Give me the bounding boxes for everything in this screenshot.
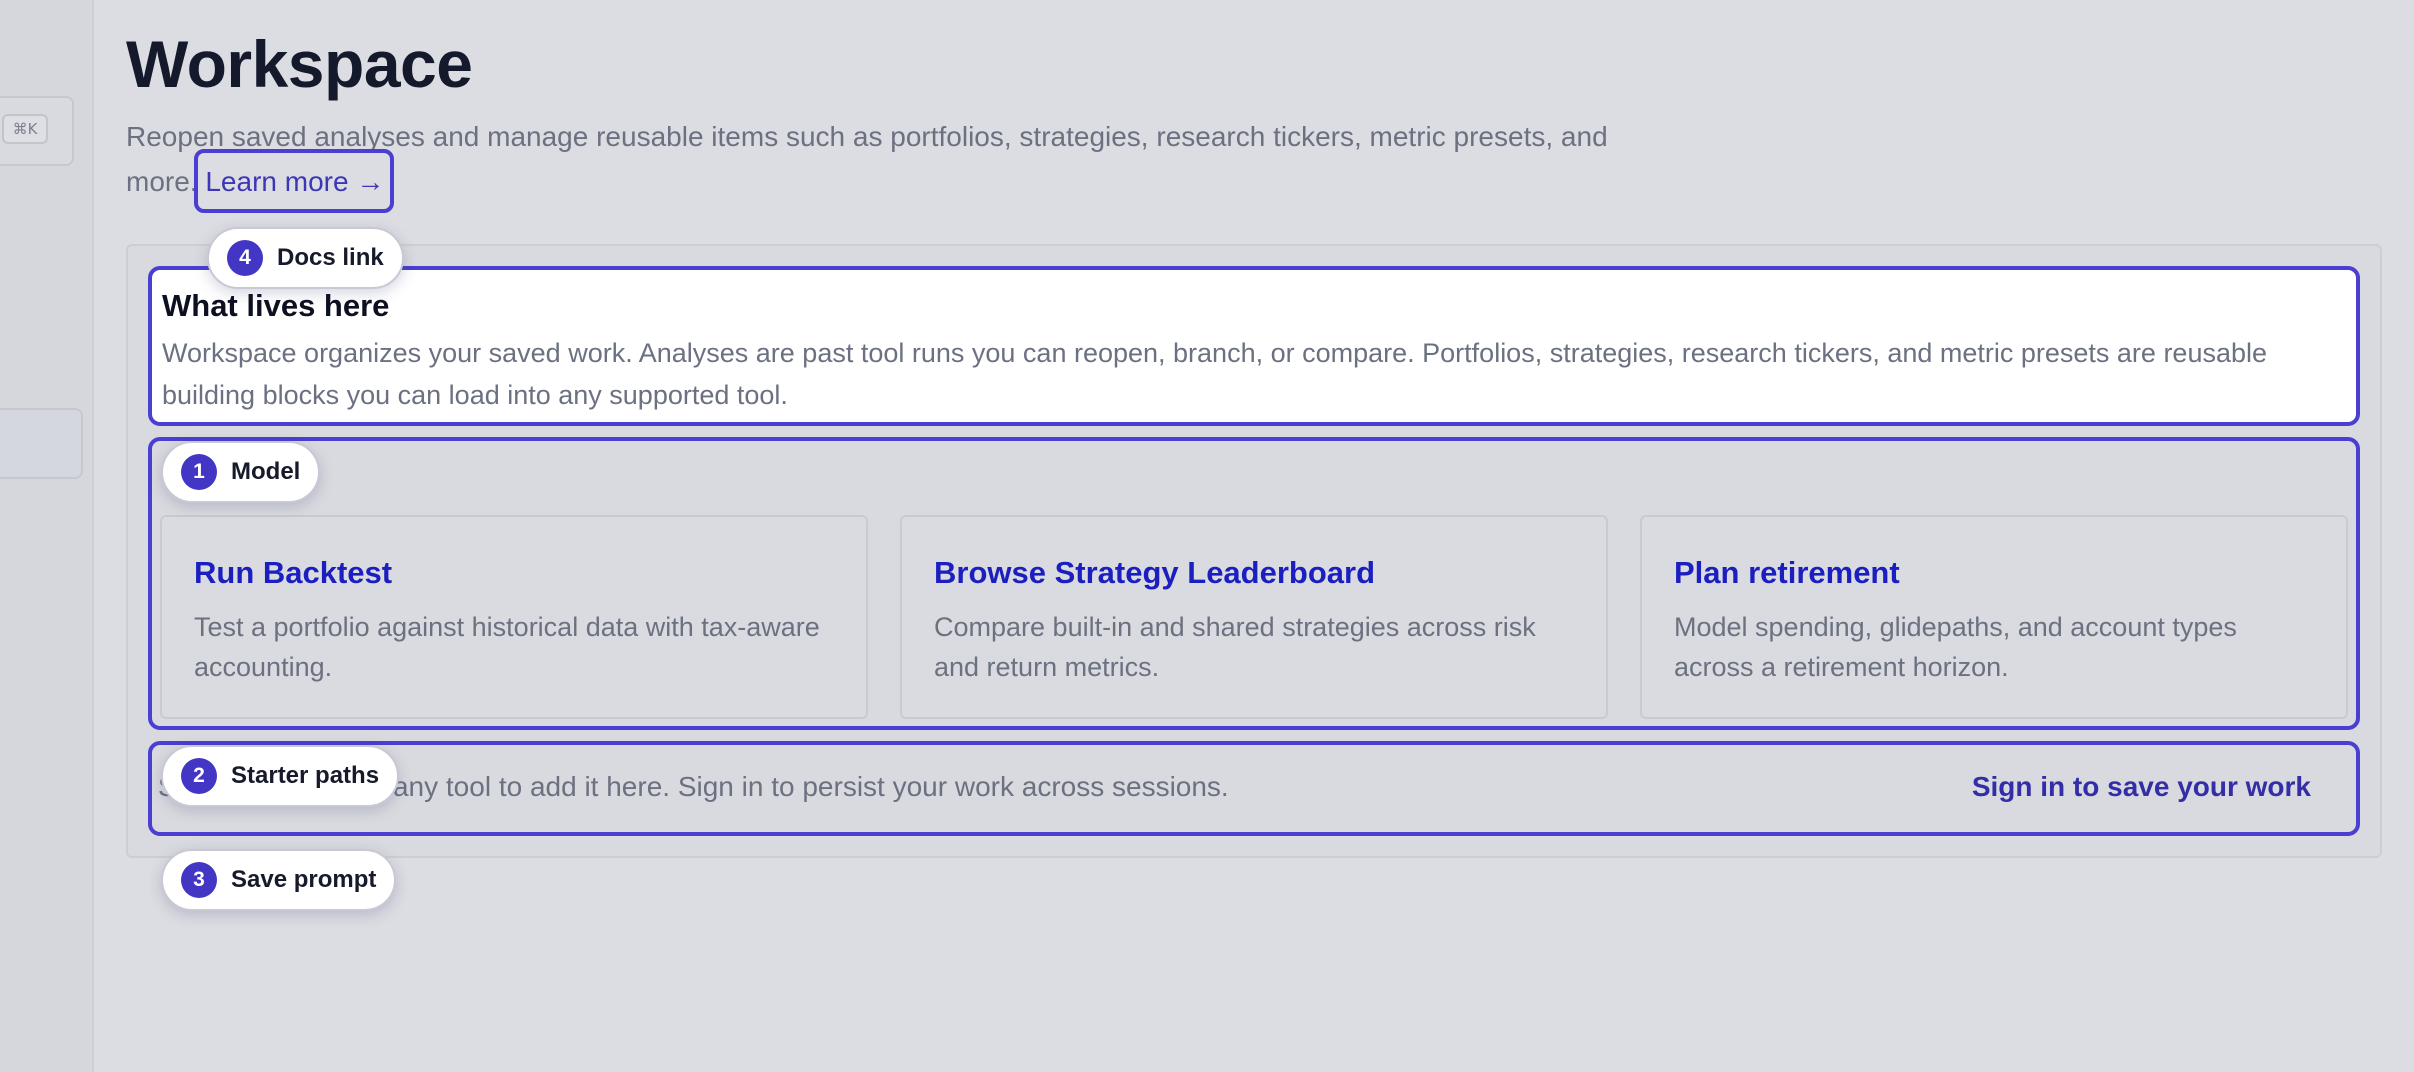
card-title[interactable]: Browse Strategy Leaderboard — [934, 553, 1574, 593]
tour-step-starter-paths[interactable]: 2 Starter paths — [161, 745, 400, 807]
info-title: What lives here — [162, 288, 390, 323]
step-label: Save prompt — [231, 866, 377, 893]
tour-step-model[interactable]: 1 Model — [161, 441, 321, 503]
card-title[interactable]: Plan retirement — [1674, 553, 2314, 593]
docs-link-highlight — [194, 149, 394, 213]
step-label: Model — [231, 458, 301, 485]
card-description: Compare built-in and shared strategies a… — [934, 612, 1536, 682]
page-title: Workspace — [126, 27, 473, 101]
info-text: Workspace organizes your saved work. Ana… — [162, 338, 2268, 410]
card-description: Model spending, glidepaths, and account … — [1674, 612, 2237, 682]
step-number-badge: 4 — [227, 240, 263, 276]
step-label: Starter paths — [231, 762, 380, 789]
step-number-badge: 3 — [181, 862, 217, 898]
card-description: Test a portfolio against historical data… — [194, 612, 820, 682]
step-label: Docs link — [277, 244, 384, 271]
step-number-badge: 2 — [181, 758, 217, 794]
starter-card-run-backtest[interactable]: Run Backtest Test a portfolio against hi… — [160, 515, 868, 719]
starter-card-plan-retirement[interactable]: Plan retirement Model spending, glidepat… — [1640, 515, 2348, 719]
tour-step-docs-link[interactable]: 4 Docs link — [207, 227, 404, 289]
sidebar-item-workspace[interactable] — [0, 408, 83, 479]
step-number-badge: 1 — [181, 454, 217, 490]
search-shortcut-badge: ⌘K — [2, 114, 48, 144]
tour-step-save-prompt[interactable]: 3 Save prompt — [161, 849, 397, 911]
sidebar: ⌘K — [0, 0, 94, 1072]
card-title[interactable]: Run Backtest — [194, 553, 834, 593]
what-lives-here-section: What lives here Workspace organizes your… — [148, 266, 2360, 426]
sign-in-button[interactable]: Sign in to save your work — [1972, 769, 2311, 805]
starter-card-strategy-leaderboard[interactable]: Browse Strategy Leaderboard Compare buil… — [900, 515, 1608, 719]
